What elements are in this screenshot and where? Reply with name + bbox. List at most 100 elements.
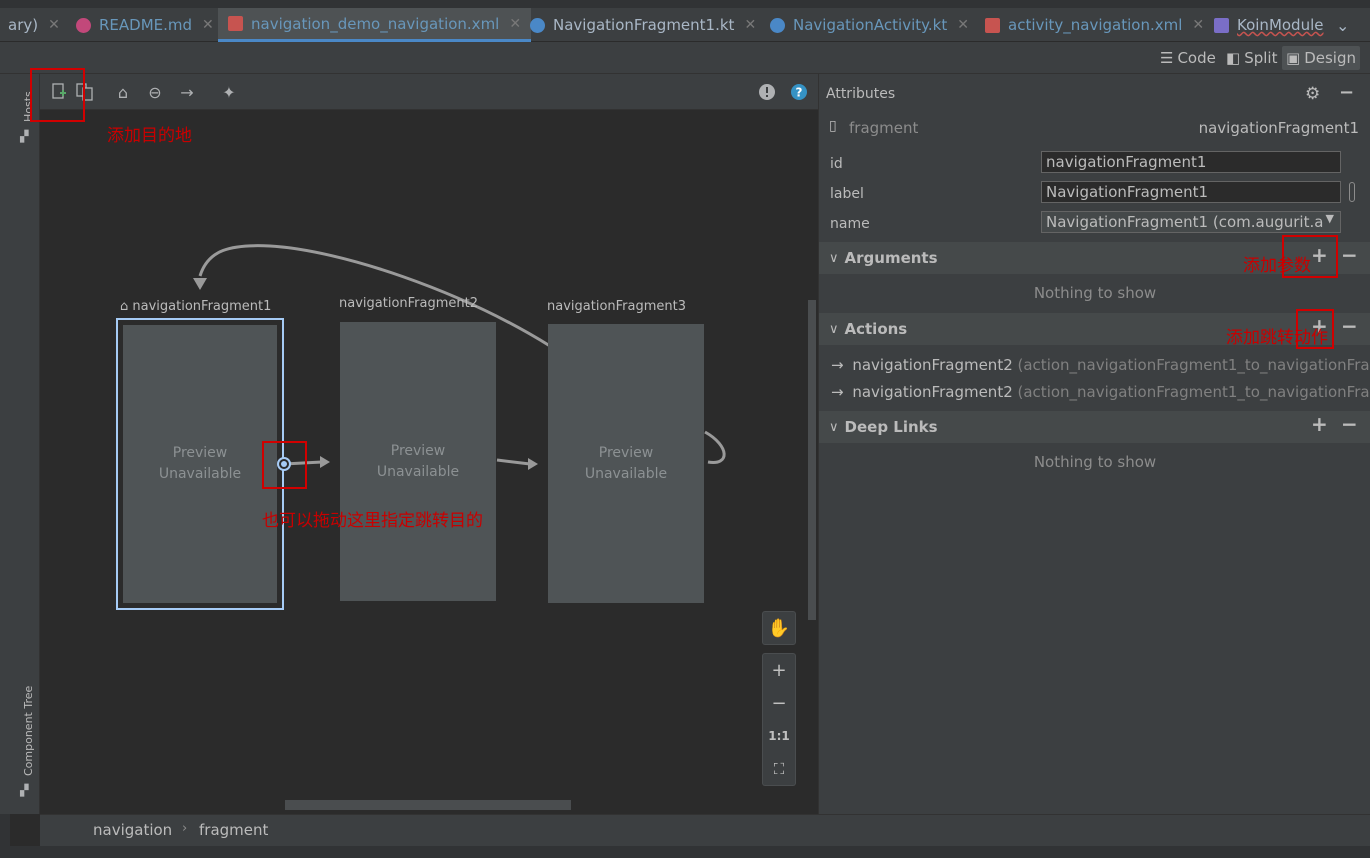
attributes-header: Attributes ⚙ −	[819, 82, 1370, 106]
tab-readme[interactable]: README.md ✕	[76, 8, 214, 42]
tab-navigation-demo-xml[interactable]: navigation_demo_navigation.xml ✕	[218, 8, 532, 42]
action-item[interactable]: → navigationFragment2 (action_navigation…	[831, 356, 1370, 374]
name-label: name	[830, 216, 870, 232]
kotlin-class-icon	[530, 17, 545, 33]
zoom-actual-size-button[interactable]: 1:1	[762, 719, 796, 753]
close-icon[interactable]: ✕	[1192, 17, 1204, 33]
gear-icon[interactable]: ⚙	[1305, 84, 1320, 104]
help-icon[interactable]: ?	[788, 82, 810, 102]
breadcrumb-separator-icon: ›	[182, 821, 188, 836]
action-item[interactable]: → navigationFragment2 (action_navigation…	[831, 383, 1370, 401]
close-icon[interactable]: ✕	[202, 17, 214, 33]
split-view-icon: ◧	[1226, 49, 1241, 67]
editor-mode-bar: ☰ Code ◧ Split ▣ Design	[0, 42, 1370, 74]
fragment-node-2[interactable]: Preview Unavailable	[340, 322, 496, 601]
warning-icon[interactable]	[756, 82, 778, 102]
action-destination: navigationFragment2	[852, 356, 1013, 374]
zoom-out-icon[interactable]: −	[762, 686, 796, 720]
close-icon[interactable]: ✕	[48, 17, 60, 33]
action-id: (action_navigationFragment1_to_navigatio…	[1012, 356, 1370, 374]
zoom-controls: ✋ + − 1:1 ⛶	[762, 611, 796, 787]
tab-library[interactable]: ary) ✕	[8, 8, 60, 42]
label-label: label	[830, 186, 864, 202]
xml-file-icon	[985, 17, 1000, 33]
annotation-box-add-destination	[30, 68, 85, 122]
add-deep-link-icon[interactable]: +	[1311, 412, 1328, 436]
breadcrumb: navigation › fragment	[40, 814, 1370, 846]
annotation-drag-hint: 也可以拖动这里指定跳转目的	[262, 511, 483, 531]
home-icon[interactable]: ⌂	[112, 82, 134, 102]
design-mode-label: Design	[1304, 49, 1356, 67]
breadcrumb-navigation[interactable]: navigation	[93, 821, 172, 839]
tab-navigation-activity-kt[interactable]: NavigationActivity.kt ✕	[770, 8, 969, 42]
attributes-title: Attributes	[826, 86, 896, 102]
design-mode-button[interactable]: ▣ Design	[1282, 46, 1360, 70]
zoom-to-fit-icon[interactable]: ⛶	[762, 752, 796, 786]
label-field[interactable]: NavigationFragment1	[1041, 181, 1341, 203]
id-label: id	[830, 156, 843, 172]
editor-tab-bar: ary) ✕ README.md ✕ navigation_demo_navig…	[0, 8, 1370, 42]
code-mode-button[interactable]: ☰ Code	[1156, 46, 1220, 70]
name-dropdown[interactable]: NavigationFragment1 (com.augurit.a ▼	[1041, 211, 1341, 233]
link-icon[interactable]: ⊖	[144, 82, 166, 102]
image-icon: ▣	[1286, 49, 1301, 67]
code-mode-label: Code	[1177, 49, 1216, 67]
zoom-in-icon[interactable]: +	[762, 653, 796, 687]
annotation-add-destination: 添加目的地	[107, 126, 192, 146]
attributes-panel: Attributes ⚙ − ▯ fragment navigationFrag…	[818, 74, 1370, 814]
android-studio-window: ary) ✕ README.md ✕ navigation_demo_navig…	[0, 0, 1370, 858]
annotation-box-drag-handle	[262, 441, 307, 489]
chevron-down-icon: ∨	[829, 321, 839, 337]
action-arrow-icon[interactable]: →	[176, 82, 198, 102]
close-icon[interactable]: ✕	[744, 17, 756, 33]
preview-unavailable-text: Preview Unavailable	[376, 442, 460, 480]
navigation-editor-toolbar: ⌂ ⊖ → ✦ ?	[40, 74, 818, 110]
component-id: navigationFragment1	[1198, 119, 1359, 137]
attributes-scrollbar[interactable]	[1349, 182, 1355, 202]
chevron-down-icon: ∨	[829, 419, 839, 435]
tab-overflow-chevron-icon[interactable]: ⌄	[1336, 8, 1349, 42]
fragment-label-3: navigationFragment3	[547, 299, 686, 314]
hosts-icon: ▞	[20, 130, 29, 143]
remove-argument-icon[interactable]: −	[1341, 243, 1358, 267]
action-destination: navigationFragment2	[852, 383, 1013, 401]
minimize-icon[interactable]: −	[1339, 82, 1354, 103]
fragment-label-2: navigationFragment2	[339, 296, 478, 311]
close-icon[interactable]: ✕	[509, 16, 521, 32]
split-mode-button[interactable]: ◧ Split	[1222, 46, 1281, 70]
deep-links-empty-text: Nothing to show	[1033, 453, 1157, 471]
close-icon[interactable]: ✕	[957, 17, 969, 33]
tab-activity-navigation-xml[interactable]: activity_navigation.xml ✕	[985, 8, 1204, 42]
tab-label: navigation_demo_navigation.xml	[251, 14, 500, 33]
action-arrow-icon: →	[831, 356, 844, 374]
markdown-file-icon	[76, 17, 91, 33]
remove-deep-link-icon[interactable]: −	[1341, 412, 1358, 436]
breadcrumb-fragment[interactable]: fragment	[199, 821, 268, 839]
navigation-graph-canvas[interactable]: ⌂ navigationFragment1 Preview Unavailabl…	[40, 110, 818, 814]
kotlin-file-icon	[1214, 17, 1229, 33]
fragment-node-1[interactable]: Preview Unavailable	[116, 318, 284, 610]
action-arrow-icon: →	[831, 383, 844, 401]
id-field[interactable]: navigationFragment1	[1041, 151, 1341, 173]
remove-action-icon[interactable]: −	[1341, 314, 1358, 338]
annotation-add-argument: 添加参数	[1243, 256, 1311, 276]
auto-arrange-icon[interactable]: ✦	[218, 82, 240, 102]
arguments-title: Arguments	[844, 249, 938, 267]
tab-label: NavigationActivity.kt	[793, 16, 948, 34]
xml-file-icon	[228, 16, 243, 31]
tab-koin-module[interactable]: KoinModule	[1214, 8, 1323, 42]
fragment-label-1: ⌂ navigationFragment1	[120, 299, 271, 314]
deep-links-section-header[interactable]: ∨ Deep Links + −	[819, 411, 1370, 443]
svg-text:?: ?	[796, 86, 803, 100]
split-mode-label: Split	[1244, 49, 1278, 67]
chevron-down-icon: ∨	[829, 250, 839, 266]
arguments-empty-text: Nothing to show	[1033, 284, 1157, 302]
fragment-icon: ▯	[829, 118, 837, 134]
action-id: (action_navigationFragment1_to_navigatio…	[1012, 383, 1370, 401]
pan-hand-icon[interactable]: ✋	[762, 611, 796, 645]
fragment-node-3[interactable]: Preview Unavailable	[548, 324, 704, 603]
tab-label: activity_navigation.xml	[1008, 16, 1183, 34]
selected-component-row: ▯ fragment navigationFragment1	[819, 118, 1370, 140]
component-tree-tab[interactable]: Component Tree	[22, 686, 35, 776]
tab-navigation-fragment1-kt[interactable]: NavigationFragment1.kt ✕	[530, 8, 756, 42]
